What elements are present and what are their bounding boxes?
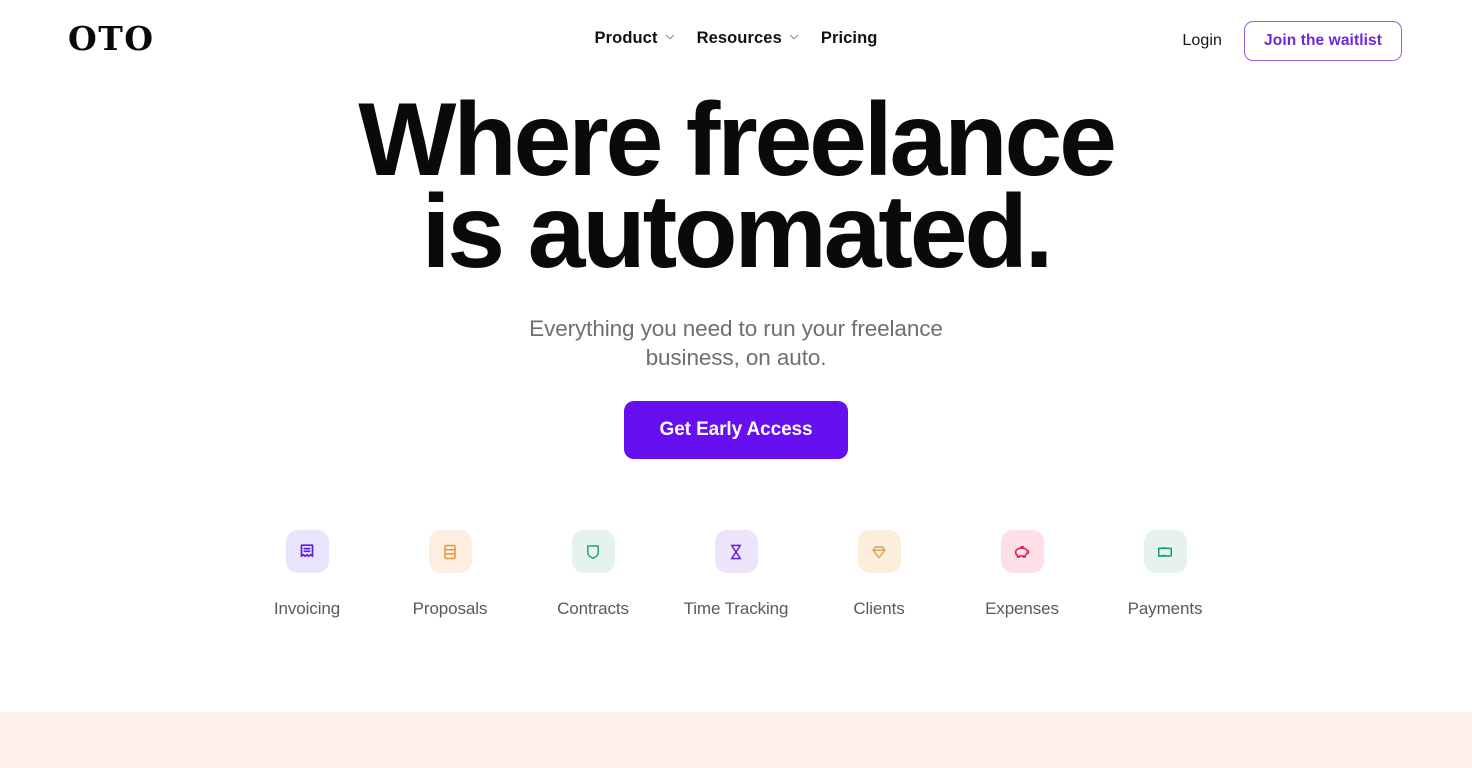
feature-item-payments[interactable]: Payments — [1094, 530, 1237, 620]
feature-item-invoicing[interactable]: Invoicing — [236, 530, 379, 620]
landing-page: OTO Product Resources Pricing Login Join… — [0, 0, 1472, 768]
feature-item-proposals[interactable]: Proposals — [379, 530, 522, 620]
feature-list: Invoicing Proposals Contracts Time Track… — [0, 530, 1472, 620]
headline-line-2: is automated. — [421, 174, 1054, 290]
join-waitlist-button[interactable]: Join the waitlist — [1244, 21, 1402, 61]
chevron-down-icon — [789, 32, 799, 42]
nav-item-pricing-label: Pricing — [820, 29, 878, 47]
piggybank-icon — [1000, 530, 1044, 573]
nav-item-pricing[interactable]: Pricing — [821, 26, 878, 50]
nav-item-resources[interactable]: Resources — [697, 26, 799, 50]
chevron-down-icon — [665, 32, 675, 42]
document-icon — [428, 530, 472, 573]
feature-item-contracts[interactable]: Contracts — [522, 530, 665, 620]
nav-item-product-label: Product — [594, 29, 658, 47]
site-header: OTO Product Resources Pricing Login Join… — [0, 0, 1472, 78]
feature-item-expenses[interactable]: Expenses — [951, 530, 1094, 620]
hero-cta-container: Get Early Access — [0, 401, 1472, 459]
shield-icon — [571, 530, 615, 573]
hero-subtitle: Everything you need to run your freelanc… — [529, 316, 943, 370]
feature-item-clients[interactable]: Clients — [808, 530, 951, 620]
feature-item-time-tracking[interactable]: Time Tracking — [665, 530, 808, 620]
feature-label-contracts: Contracts — [557, 599, 629, 618]
header-actions: Login Join the waitlist — [1182, 21, 1402, 61]
feature-label-time-tracking: Time Tracking — [683, 599, 789, 618]
receipt-icon — [285, 530, 329, 573]
hero-section: Where freelance is automated. Everything… — [0, 78, 1472, 459]
feature-label-invoicing: Invoicing — [273, 599, 341, 618]
feature-label-clients: Clients — [853, 599, 905, 618]
wallet-icon — [1143, 530, 1187, 573]
get-early-access-button[interactable]: Get Early Access — [623, 401, 849, 459]
hourglass-icon — [714, 530, 758, 573]
nav-item-resources-label: Resources — [696, 29, 782, 47]
feature-label-payments: Payments — [1127, 599, 1203, 618]
feature-label-expenses: Expenses — [985, 599, 1059, 618]
feature-label-proposals: Proposals — [412, 599, 488, 618]
next-section-band — [0, 712, 1472, 768]
nav-item-product[interactable]: Product — [595, 26, 675, 50]
page-title: Where freelance is automated. — [0, 88, 1472, 290]
diamond-icon — [857, 530, 901, 573]
login-link[interactable]: Login — [1182, 29, 1222, 53]
